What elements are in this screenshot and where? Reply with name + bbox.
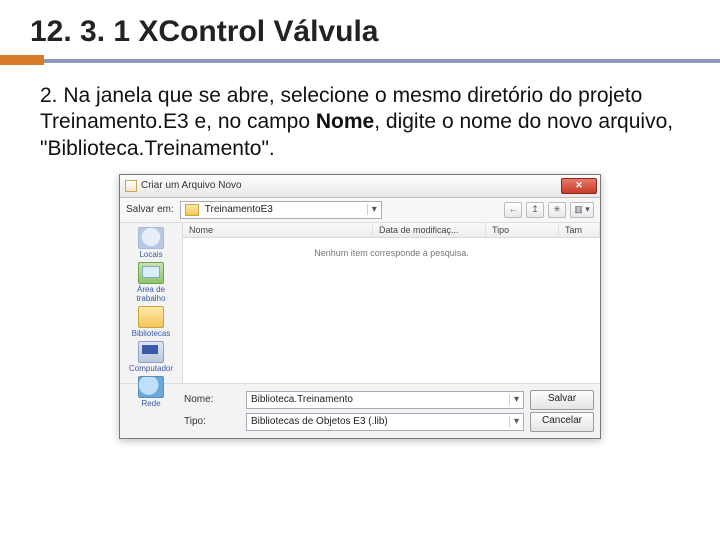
chevron-down-icon[interactable]: ▾: [509, 394, 523, 405]
dialog-titlebar: Criar um Arquivo Novo ✕: [120, 175, 600, 198]
views-button[interactable]: ▥ ▾: [570, 202, 594, 218]
place-recent[interactable]: Locais: [123, 227, 179, 259]
back-button[interactable]: ←: [504, 202, 522, 218]
slide-title: 12. 3. 1 XControl Válvula: [30, 15, 690, 49]
document-icon: [125, 180, 137, 192]
dialog-bottom: Nome: Biblioteca.Treinamento ▾ Salvar Ti…: [120, 383, 600, 438]
filetype-field[interactable]: Bibliotecas de Objetos E3 (.lib) ▾: [246, 413, 524, 431]
place-libraries[interactable]: Bibliotecas: [123, 306, 179, 338]
place-label: Computador: [129, 364, 173, 373]
place-label: Bibliotecas: [132, 329, 171, 338]
empty-message: Nenhum item corresponde à pesquisa.: [183, 238, 600, 383]
save-in-label: Salvar em:: [126, 204, 174, 215]
save-in-value: TreinamentoE3: [203, 204, 367, 215]
save-dialog: Criar um Arquivo Novo ✕ Salvar em: Trein…: [119, 174, 601, 439]
chevron-down-icon[interactable]: ▾: [367, 204, 381, 215]
col-date[interactable]: Data de modificaç...: [373, 223, 486, 237]
computer-icon: [138, 341, 164, 363]
title-rule: [0, 55, 720, 65]
col-type[interactable]: Tipo: [486, 223, 559, 237]
col-size[interactable]: Tam: [559, 223, 600, 237]
dialog-title: Criar um Arquivo Novo: [141, 180, 242, 191]
column-headers[interactable]: Nome Data de modificaç... Tipo Tam: [183, 223, 600, 238]
filetype-value: Bibliotecas de Objetos E3 (.lib): [247, 416, 509, 427]
cancel-button[interactable]: Cancelar: [530, 412, 594, 432]
places-bar: Locais Área de trabalho Bibliotecas Comp…: [120, 223, 183, 383]
place-desktop[interactable]: Área de trabalho: [123, 262, 179, 303]
save-button[interactable]: Salvar: [530, 390, 594, 410]
filename-field[interactable]: Biblioteca.Treinamento ▾: [246, 391, 524, 409]
filetype-label: Tipo:: [126, 416, 240, 427]
up-button[interactable]: ↥: [526, 202, 544, 218]
slide-body: 2. Na janela que se abre, selecione o me…: [40, 83, 690, 162]
col-name[interactable]: Nome: [183, 223, 373, 237]
save-in-combo[interactable]: TreinamentoE3 ▾: [180, 201, 382, 219]
recent-icon: [138, 227, 164, 249]
place-label: Área de trabalho: [123, 285, 179, 303]
new-folder-button[interactable]: ✳: [548, 202, 566, 218]
folder-icon: [185, 204, 199, 216]
close-button[interactable]: ✕: [561, 178, 597, 194]
dialog-toolbar: Salvar em: TreinamentoE3 ▾ ← ↥ ✳ ▥ ▾: [120, 198, 600, 223]
file-list[interactable]: Nome Data de modificaç... Tipo Tam Nenhu…: [183, 223, 600, 383]
body-bold: Nome: [316, 110, 374, 133]
filename-value: Biblioteca.Treinamento: [247, 394, 509, 405]
place-computer[interactable]: Computador: [123, 341, 179, 373]
desktop-icon: [138, 262, 164, 284]
place-label: Locais: [139, 250, 162, 259]
chevron-down-icon[interactable]: ▾: [509, 416, 523, 427]
libraries-icon: [138, 306, 164, 328]
filename-label: Nome:: [126, 394, 240, 405]
